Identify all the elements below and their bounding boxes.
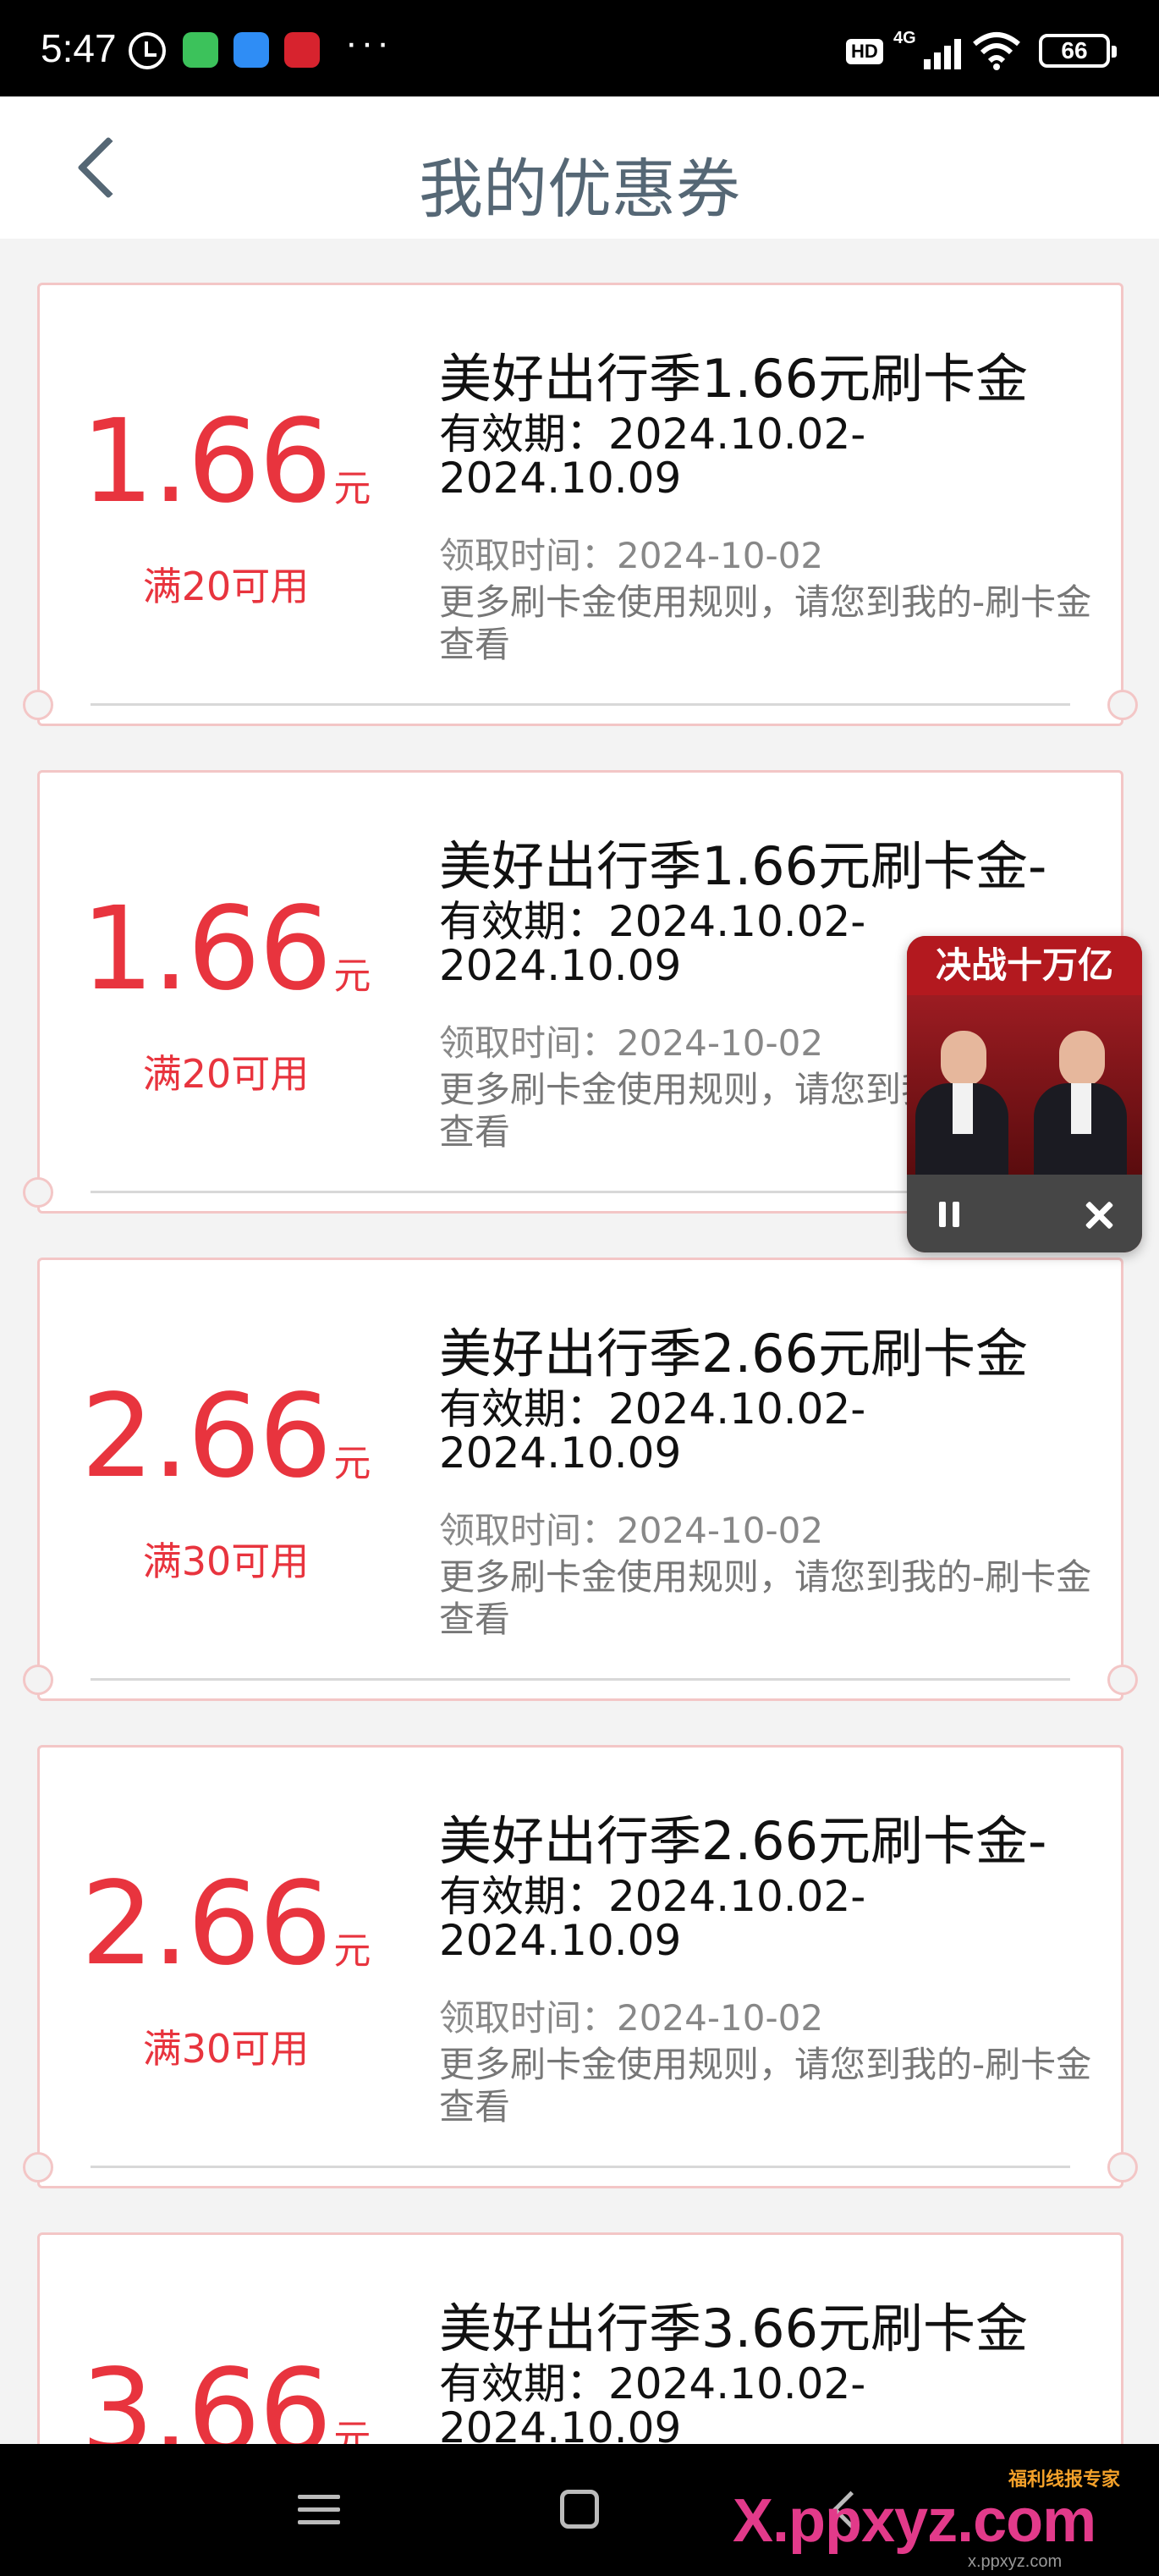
pause-icon[interactable] <box>932 1198 966 1232</box>
app-notification-icon <box>284 32 320 68</box>
coupon-title: 美好出行季2.66元刷卡金- <box>439 1810 1047 1872</box>
person-figure <box>1034 1031 1127 1176</box>
cell-signal-icon: 4G <box>893 29 961 69</box>
hd-badge: HD <box>846 39 883 64</box>
coupon-amount: 3.66元 <box>40 2345 412 2444</box>
coupon-received-time: 领取时间：2024-10-02 <box>439 1510 824 1551</box>
notch <box>23 1177 53 1208</box>
battery-icon: 66 <box>1039 34 1117 68</box>
network-type: 4G <box>893 29 916 47</box>
coupon-amount-value: 2.66 <box>80 1370 332 1504</box>
close-icon[interactable] <box>1081 1197 1118 1234</box>
notch <box>1107 690 1138 720</box>
notch <box>23 1665 53 1695</box>
coupon-rule: 更多刷卡金使用规则，请您到我的-刷卡金查看 <box>439 581 1092 665</box>
coupon-rule: 更多刷卡金使用规则，请您到我的-刷卡金查看 <box>439 1556 1092 1640</box>
coupon-amount-value: 2.66 <box>80 1858 332 1991</box>
floating-video-player[interactable]: 决战十万亿 <box>907 936 1142 1252</box>
coupon-card[interactable]: 2.66元 满30可用 美好出行季2.66元刷卡金- 有效期：2024.10.0… <box>23 1745 1138 2188</box>
person-figure <box>915 1031 1008 1176</box>
coupon-received-time: 领取时间：2024-10-02 <box>439 1022 824 1064</box>
coupon-amount-unit: 元 <box>333 467 371 510</box>
coupon-amount-unit: 元 <box>333 2417 371 2444</box>
coupon-validity: 有效期：2024.10.02-2024.10.09 <box>439 2359 866 2444</box>
status-time: 5:47 <box>41 26 117 70</box>
divider <box>91 1678 1070 1681</box>
coupon-amount-unit: 元 <box>333 955 371 998</box>
watermark-sub: x.ppxyz.com <box>968 2552 1063 2571</box>
coupon-rule: 更多刷卡金使用规则，请您到我的-刷卡金查看 <box>439 2044 1092 2127</box>
coupon-condition: 满20可用 <box>142 564 310 609</box>
coupon-amount-value: 3.66 <box>80 2345 332 2444</box>
alarm-icon <box>129 32 166 69</box>
recent-apps-button[interactable] <box>298 2491 340 2529</box>
coupon-title: 美好出行季3.66元刷卡金 <box>439 2298 1029 2359</box>
coupon-validity: 有效期：2024.10.02-2024.10.09 <box>439 1872 866 1965</box>
coupon-title: 美好出行季1.66元刷卡金- <box>439 835 1047 897</box>
divider <box>91 703 1070 706</box>
notch <box>1107 1665 1138 1695</box>
status-bar: 5:47 ··· HD 4G 66 <box>0 0 1159 96</box>
coupon-card[interactable]: 1.66元 满20可用 美好出行季1.66元刷卡金 有效期：2024.10.02… <box>23 283 1138 726</box>
coupon-amount-unit: 元 <box>333 1442 371 1485</box>
video-controls <box>907 1175 1142 1252</box>
coupon-condition: 满30可用 <box>142 2026 310 2072</box>
coupon-received-time: 领取时间：2024-10-02 <box>439 1997 824 2039</box>
divider <box>91 2166 1070 2168</box>
coupon-amount: 1.66元 <box>40 883 412 1016</box>
coupon-title: 美好出行季2.66元刷卡金 <box>439 1323 1029 1384</box>
coupon-amount: 2.66元 <box>40 1370 412 1504</box>
home-button[interactable] <box>560 2490 599 2529</box>
video-banner-text: 决战十万亿 <box>907 936 1142 995</box>
watermark-main: X.ppxyz.com <box>733 2487 1096 2555</box>
more-notifications-icon: ··· <box>345 22 393 63</box>
coupon-title: 美好出行季1.66元刷卡金 <box>439 348 1029 410</box>
coupon-condition: 满30可用 <box>142 1538 310 1584</box>
app-header: 我的优惠券 <box>0 96 1159 239</box>
coupon-condition: 满20可用 <box>142 1051 310 1097</box>
coupon-amount-unit: 元 <box>333 1929 371 1973</box>
coupon-received-time: 领取时间：2024-10-02 <box>439 535 824 576</box>
watermark-logo: 福利线报专家 X.ppxyz.com x.ppxyz.com <box>729 2464 1152 2573</box>
wifi-icon <box>973 32 1020 70</box>
page-title: 我的优惠券 <box>419 151 740 227</box>
video-frame <box>907 995 1142 1176</box>
coupon-amount-value: 1.66 <box>80 395 332 529</box>
coupon-validity: 有效期：2024.10.02-2024.10.09 <box>439 410 866 503</box>
app-notification-icon <box>183 32 218 68</box>
coupon-amount: 2.66元 <box>40 1858 412 1991</box>
coupon-amount: 1.66元 <box>40 395 412 529</box>
coupon-list[interactable]: 1.66元 满20可用 美好出行季1.66元刷卡金 有效期：2024.10.02… <box>0 239 1159 2444</box>
notch <box>1107 2152 1138 2182</box>
coupon-amount-value: 1.66 <box>80 883 332 1016</box>
notch <box>23 690 53 720</box>
coupon-validity: 有效期：2024.10.02-2024.10.09 <box>439 1384 866 1478</box>
app-notification-icon <box>233 32 269 68</box>
coupon-card[interactable]: 3.66元 美好出行季3.66元刷卡金 有效期：2024.10.02-2024.… <box>37 2232 1123 2444</box>
notch <box>23 2152 53 2182</box>
coupon-card[interactable]: 2.66元 满30可用 美好出行季2.66元刷卡金 有效期：2024.10.02… <box>23 1258 1138 1701</box>
